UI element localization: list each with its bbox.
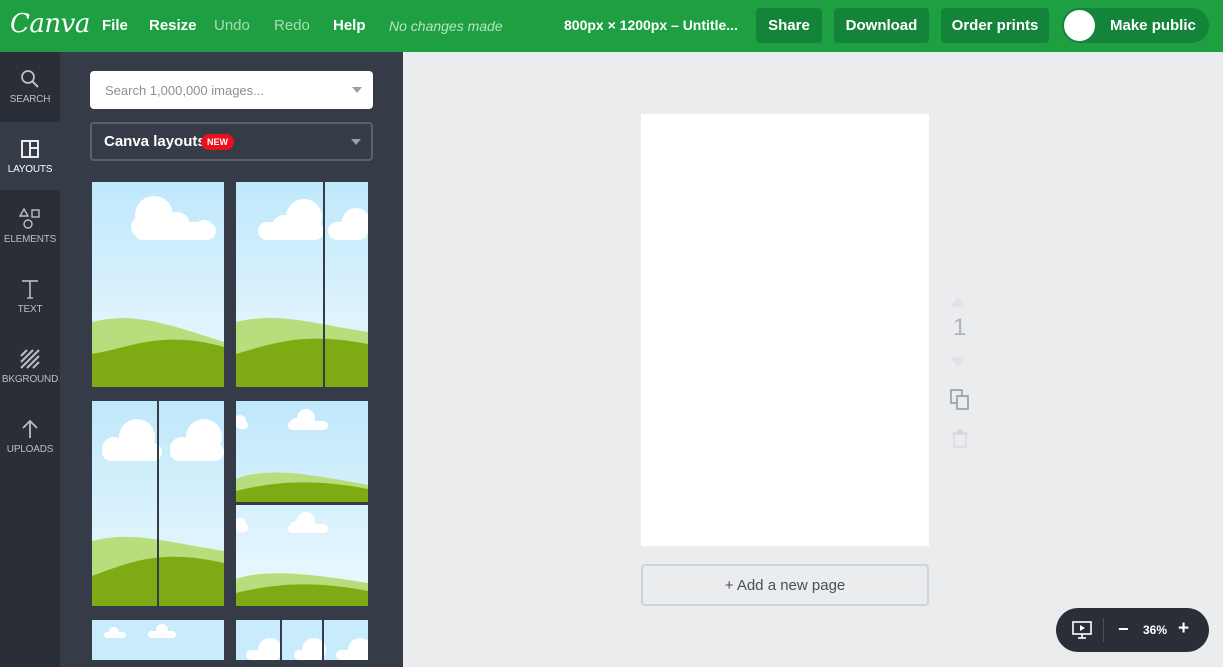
text-icon [19, 278, 41, 300]
layout-thumbnail-two-halves[interactable] [92, 401, 224, 606]
order-prints-button[interactable]: Order prints [941, 8, 1049, 43]
nav-elements[interactable]: ELEMENTS [0, 192, 60, 260]
layout-thumbnail-three-columns[interactable] [236, 620, 368, 660]
canva-logo[interactable]: Canva [10, 9, 90, 39]
nav-layouts[interactable]: LAYOUTS [0, 122, 60, 190]
chevron-down-icon[interactable] [352, 87, 362, 93]
nav-search-label: SEARCH [9, 94, 51, 105]
nav-search[interactable]: SEARCH [0, 52, 60, 120]
layout-thumbnail-two-columns[interactable] [236, 182, 368, 387]
resize-menu[interactable]: Resize [149, 17, 197, 34]
share-button[interactable]: Share [756, 8, 822, 43]
move-page-up-icon[interactable] [950, 294, 966, 312]
page-number: 1 [953, 314, 967, 341]
nav-layouts-label: LAYOUTS [7, 164, 53, 175]
toggle-knob [1064, 10, 1095, 41]
nav-uploads[interactable]: UPLOADS [0, 402, 60, 470]
zoom-divider [1103, 618, 1104, 642]
nav-background-label: BKGROUND [1, 374, 59, 385]
move-page-down-icon[interactable] [950, 354, 966, 372]
help-menu[interactable]: Help [333, 17, 366, 34]
nav-text[interactable]: TEXT [0, 262, 60, 330]
top-bar: Canva File Resize Undo Redo Help No chan… [0, 0, 1223, 52]
redo-button[interactable]: Redo [274, 17, 310, 34]
layouts-icon [19, 138, 41, 160]
zoom-control: − 36% + [1056, 608, 1209, 652]
search-icon [19, 68, 41, 90]
present-icon[interactable] [1072, 621, 1092, 644]
download-button[interactable]: Download [834, 8, 929, 43]
background-icon [19, 348, 41, 370]
nav-background[interactable]: BKGROUND [0, 332, 60, 400]
chevron-down-icon [351, 139, 361, 145]
layout-thumbnail-two-rows[interactable] [236, 401, 368, 606]
document-title[interactable]: 800px × 1200px – Untitle... [564, 17, 738, 33]
save-status: No changes made [389, 18, 503, 34]
design-workspace: 1 + Add a new page − 36% + [403, 52, 1223, 667]
make-public-label: Make public [1110, 17, 1196, 34]
make-public-toggle[interactable]: Make public [1062, 8, 1209, 43]
elements-icon [19, 208, 41, 230]
layout-thumbnail-wide[interactable] [92, 620, 224, 660]
image-search-box [90, 71, 373, 109]
file-menu[interactable]: File [102, 17, 128, 34]
side-navigation: SEARCH LAYOUTS ELEMENTS TEXT BKGROUND UP… [0, 52, 60, 667]
zoom-level[interactable]: 36% [1143, 623, 1167, 637]
zoom-out-button[interactable]: − [1118, 619, 1129, 640]
image-search-input[interactable] [90, 71, 340, 109]
zoom-in-button[interactable]: + [1178, 618, 1189, 640]
new-badge: NEW [201, 134, 234, 150]
layout-thumbnail-single[interactable] [92, 182, 224, 387]
layouts-dropdown[interactable]: Canva layouts NEW [90, 122, 373, 161]
duplicate-page-icon[interactable] [950, 389, 970, 416]
undo-button[interactable]: Undo [214, 17, 250, 34]
delete-page-icon[interactable] [952, 430, 968, 453]
add-new-page-button[interactable]: + Add a new page [641, 564, 929, 606]
nav-uploads-label: UPLOADS [6, 444, 54, 455]
nav-text-label: TEXT [17, 304, 43, 315]
design-page[interactable] [641, 114, 929, 546]
layouts-panel: Canva layouts NEW [60, 52, 403, 667]
nav-elements-label: ELEMENTS [3, 234, 57, 245]
layouts-dropdown-label: Canva layouts [104, 133, 206, 150]
uploads-icon [19, 418, 41, 440]
